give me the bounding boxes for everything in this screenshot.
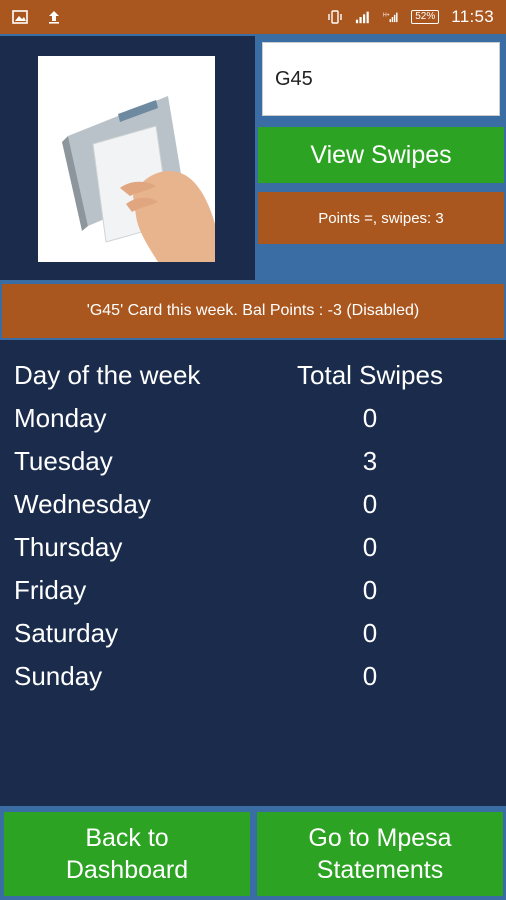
- row-day: Monday: [14, 403, 107, 433]
- vibrate-icon: [327, 9, 343, 25]
- upload-icon: [46, 9, 62, 25]
- row-day: Friday: [14, 575, 87, 605]
- card-reader-image: [38, 56, 215, 262]
- row-day: Wednesday: [14, 489, 151, 519]
- battery-icon: 52%: [411, 10, 440, 24]
- row-day: Saturday: [14, 618, 119, 648]
- svg-text:H+: H+: [383, 12, 390, 18]
- back-to-dashboard-button[interactable]: Back to Dashboard: [4, 812, 250, 896]
- status-time: 11:53: [451, 7, 494, 26]
- row-swipes: 3: [362, 446, 378, 476]
- table-header-row: Day of the week Total Swipes: [0, 354, 506, 397]
- table-row: Saturday 0: [0, 612, 506, 655]
- card-number-input[interactable]: G45: [262, 42, 500, 116]
- view-swipes-button[interactable]: View Swipes: [258, 127, 504, 183]
- table-row: Thursday 0: [0, 526, 506, 569]
- bottom-action-bar: Back to Dashboard Go to Mpesa Statements: [0, 806, 506, 900]
- header-swipes: Total Swipes: [297, 360, 443, 390]
- table-row: Friday 0: [0, 569, 506, 612]
- row-day: Tuesday: [14, 446, 113, 476]
- table-row: Tuesday 3: [0, 440, 506, 483]
- row-day: Thursday: [14, 532, 123, 562]
- signal-icon: [355, 9, 371, 25]
- row-swipes: 0: [362, 403, 378, 433]
- row-swipes: 0: [362, 618, 378, 648]
- table-row: Monday 0: [0, 397, 506, 440]
- image-icon: [12, 9, 28, 25]
- row-swipes: 0: [362, 489, 378, 519]
- header-day: Day of the week: [14, 360, 201, 390]
- table-row: Sunday 0: [0, 655, 506, 698]
- row-day: Sunday: [14, 661, 103, 691]
- table-row: Wednesday 0: [0, 483, 506, 526]
- top-panel: G45 View Swipes Points =, swipes: 3: [0, 34, 506, 282]
- card-image-panel: [0, 36, 255, 280]
- swipes-table: Day of the week Total Swipes Monday 0 Tu…: [0, 340, 506, 806]
- network-h-icon: H+: [383, 9, 399, 25]
- go-to-mpesa-statements-button[interactable]: Go to Mpesa Statements: [257, 812, 503, 896]
- row-swipes: 0: [362, 661, 378, 691]
- row-swipes: 0: [362, 532, 378, 562]
- card-balance-banner: 'G45' Card this week. Bal Points : -3 (D…: [2, 284, 504, 338]
- row-swipes: 0: [362, 575, 378, 605]
- status-bar: H+ 52% 11:53: [0, 0, 506, 34]
- points-status: Points =, swipes: 3: [258, 192, 504, 244]
